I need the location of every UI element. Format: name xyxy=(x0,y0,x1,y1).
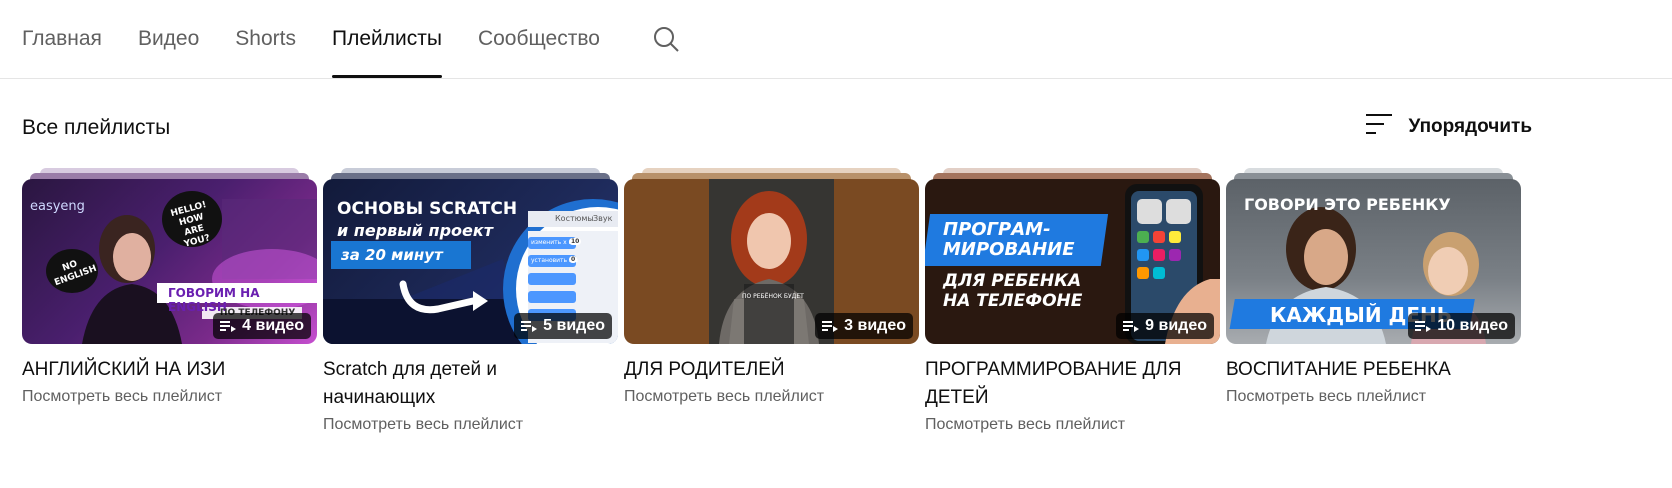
playlist-title[interactable]: Scratch для детей и начинающих xyxy=(323,356,523,412)
playlist-icon xyxy=(220,321,237,332)
thumb-line1: ОСНОВЫ SCRATCH xyxy=(337,199,518,219)
view-full-playlist-link[interactable]: Посмотреть весь плейлист xyxy=(323,416,618,434)
playlist-card: ОСНОВЫ SCRATCH и первый проект за 20 мин… xyxy=(323,166,618,434)
thumb-block-val: 10 xyxy=(569,238,582,245)
playlist-grid: easyeng HELLO! HOW ARE YOU? NO ENGLISH Г… xyxy=(22,166,1527,434)
playlist-title[interactable]: АНГЛИЙСКИЙ НА ИЗИ xyxy=(22,356,317,384)
tab-shorts[interactable]: Shorts xyxy=(235,0,296,78)
tabs-divider xyxy=(0,78,1672,79)
playlist-title[interactable]: ВОСПИТАНИЕ РЕБЕНКА xyxy=(1226,356,1521,384)
thumb-line4: НА ТЕЛЕФОНЕ xyxy=(943,291,1083,311)
video-count: 9 видео xyxy=(1145,317,1207,334)
playlist-icon xyxy=(1415,321,1432,332)
view-full-playlist-link[interactable]: Посмотреть весь плейлист xyxy=(22,388,317,406)
brand-logo-text: easyeng xyxy=(30,199,85,214)
search-icon[interactable] xyxy=(646,0,686,78)
playlist-icon xyxy=(1123,321,1140,332)
video-count: 4 видео xyxy=(242,317,304,334)
view-full-playlist-link[interactable]: Посмотреть весь плейлист xyxy=(1226,388,1521,406)
tab-playlists[interactable]: Плейлисты xyxy=(332,0,442,78)
playlist-card: ПО РЕБЁНОК БУДЕТ 3 видео ДЛЯ РОДИТЕЛЕЙ П… xyxy=(624,166,919,434)
tab-community[interactable]: Сообщество xyxy=(478,0,600,78)
thumb-block-2-val: 0 xyxy=(569,256,578,263)
channel-tabs: Главная Видео Shorts Плейлисты Сообществ… xyxy=(22,0,686,78)
playlist-icon xyxy=(521,321,538,332)
playlist-card: ГОВОРИ ЭТО РЕБЕНКУ КАЖДЫЙ ДЕНЬ 10 видео … xyxy=(1226,166,1521,434)
tab-home[interactable]: Главная xyxy=(22,0,102,78)
video-count-badge: 3 видео xyxy=(815,313,913,339)
playlist-thumbnail[interactable]: ОСНОВЫ SCRATCH и первый проект за 20 мин… xyxy=(323,166,618,344)
thumb-line2: и первый проект xyxy=(337,221,493,240)
thumb-top: ГОВОРИ ЭТО РЕБЕНКУ xyxy=(1244,195,1451,214)
tab-videos[interactable]: Видео xyxy=(138,0,199,78)
playlist-title[interactable]: ДЛЯ РОДИТЕЛЕЙ xyxy=(624,356,919,384)
playlist-card: easyeng HELLO! HOW ARE YOU? NO ENGLISH Г… xyxy=(22,166,317,434)
playlist-icon xyxy=(822,321,839,332)
video-count: 3 видео xyxy=(844,317,906,334)
view-full-playlist-link[interactable]: Посмотреть весь плейлист xyxy=(925,416,1220,434)
video-count-badge: 5 видео xyxy=(514,313,612,339)
playlist-thumbnail[interactable]: ГОВОРИ ЭТО РЕБЕНКУ КАЖДЫЙ ДЕНЬ 10 видео xyxy=(1226,166,1521,344)
video-count: 5 видео xyxy=(543,317,605,334)
playlist-thumbnail[interactable]: easyeng HELLO! HOW ARE YOU? NO ENGLISH Г… xyxy=(22,166,317,344)
thumb-line3: за 20 минут xyxy=(341,246,443,264)
playlist-card: ПРОГРАМ- МИРОВАНИЕ ДЛЯ РЕБЕНКА НА ТЕЛЕФО… xyxy=(925,166,1220,434)
thumb-caption: ПО РЕБЁНОК БУДЕТ xyxy=(742,293,804,300)
video-count-badge: 10 видео xyxy=(1408,313,1515,339)
playlist-thumbnail[interactable]: ПРОГРАМ- МИРОВАНИЕ ДЛЯ РЕБЕНКА НА ТЕЛЕФО… xyxy=(925,166,1220,344)
sort-icon xyxy=(1366,112,1394,141)
thumb-line3: ДЛЯ РЕБЕНКА xyxy=(943,271,1082,291)
video-count-badge: 4 видео xyxy=(213,313,311,339)
playlist-title[interactable]: ПРОГРАММИРОВАНИЕ ДЛЯ ДЕТЕЙ xyxy=(925,356,1195,412)
thumb-line1: ПРОГРАМ- xyxy=(943,219,1051,240)
thumb-panel-2: Звук xyxy=(593,214,613,223)
video-count-badge: 9 видео xyxy=(1116,313,1214,339)
video-count: 10 видео xyxy=(1437,317,1508,334)
thumb-panel: Костюмы xyxy=(555,214,594,223)
sort-button[interactable]: Упорядочить xyxy=(1366,112,1532,141)
section-title: Все плейлисты xyxy=(22,116,171,139)
thumb-line2: МИРОВАНИЕ xyxy=(943,239,1075,260)
view-full-playlist-link[interactable]: Посмотреть весь плейлист xyxy=(624,388,919,406)
sort-label: Упорядочить xyxy=(1408,115,1532,137)
playlist-thumbnail[interactable]: ПО РЕБЁНОК БУДЕТ 3 видео xyxy=(624,166,919,344)
